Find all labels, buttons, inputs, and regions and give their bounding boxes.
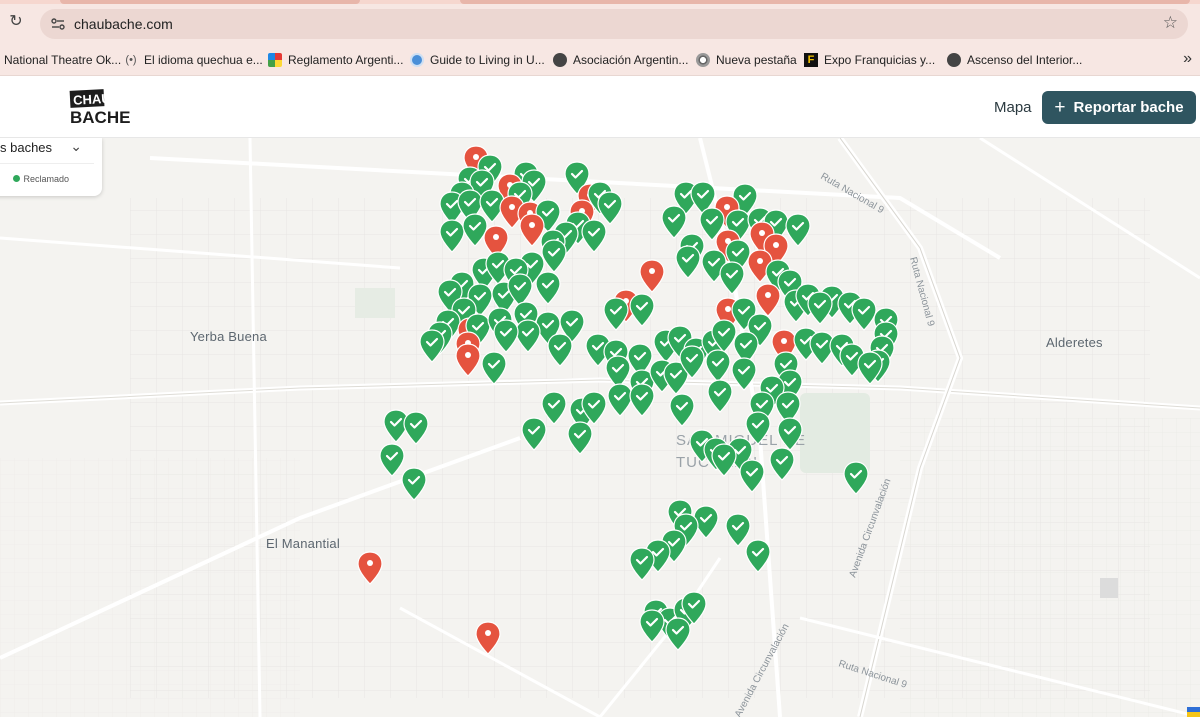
bookmark-item[interactable]: F Expo Franquicias y... bbox=[804, 51, 935, 69]
chrome-icon bbox=[696, 53, 710, 67]
claimed-pothole-marker[interactable] bbox=[745, 539, 771, 573]
place-label: El Manantial bbox=[266, 536, 340, 551]
reported-pothole-marker[interactable] bbox=[475, 621, 501, 655]
bookmark-item[interactable]: Ascenso del Interior... bbox=[947, 51, 1082, 69]
claimed-pothole-marker[interactable] bbox=[711, 443, 737, 477]
app-header: CHAU BACHE Mapa + Reportar bache bbox=[0, 77, 1200, 138]
bookmark-label: Nueva pestaña bbox=[716, 53, 797, 67]
claimed-pothole-marker[interactable] bbox=[581, 219, 607, 253]
claimed-pothole-marker[interactable] bbox=[401, 467, 427, 501]
filter-title: s baches bbox=[0, 140, 53, 155]
claimed-pothole-marker[interactable] bbox=[521, 417, 547, 451]
bookmarks-bar: National Theatre Ok... (•) El idioma quec… bbox=[0, 42, 1200, 76]
bookmark-item[interactable]: Reglamento Argenti... bbox=[268, 51, 403, 69]
claimed-pothole-marker[interactable] bbox=[843, 461, 869, 495]
claimed-pothole-marker[interactable] bbox=[419, 329, 445, 363]
bookmark-label: National Theatre Ok... bbox=[4, 53, 122, 67]
claimed-pothole-marker[interactable] bbox=[629, 547, 655, 581]
reported-pothole-marker[interactable] bbox=[357, 551, 383, 585]
place-label: Yerba Buena bbox=[190, 329, 267, 344]
claimed-pothole-marker[interactable] bbox=[731, 357, 757, 391]
site-info-icon[interactable] bbox=[50, 16, 66, 32]
reported-pothole-marker[interactable] bbox=[755, 283, 781, 317]
map[interactable]: Ruta Nacional 9 Ruta Nacional 9 Ruta Nac… bbox=[0, 138, 1200, 717]
ukraine-flag-icon bbox=[1187, 707, 1200, 717]
url-text: chaubache.com bbox=[74, 16, 173, 32]
claimed-pothole-marker[interactable] bbox=[541, 239, 567, 273]
bookmark-label: El idioma quechua e... bbox=[144, 53, 263, 67]
globe-icon bbox=[553, 53, 567, 67]
globe-blue-icon bbox=[410, 53, 424, 67]
claimed-pothole-marker[interactable] bbox=[705, 349, 731, 383]
claimed-pothole-marker[interactable] bbox=[665, 617, 691, 651]
claimed-pothole-marker[interactable] bbox=[403, 411, 429, 445]
bookmark-label: Asociación Argentin... bbox=[573, 53, 689, 67]
reported-pothole-marker[interactable] bbox=[639, 259, 665, 293]
app: ↻ chaubache.com ☆ National Theatre Ok...… bbox=[0, 0, 1200, 717]
logo-text-bottom: BACHE bbox=[70, 108, 130, 127]
bookmark-item[interactable]: Asociación Argentin... bbox=[553, 51, 688, 69]
bookmark-item[interactable]: Nueva pestaña bbox=[696, 51, 797, 69]
claimed-pothole-marker[interactable] bbox=[493, 319, 519, 353]
globe-icon bbox=[947, 53, 961, 67]
bookmark-item[interactable]: (•) El idioma quechua e... bbox=[124, 51, 263, 69]
claimed-pothole-marker[interactable] bbox=[639, 609, 665, 643]
report-button-label: Reportar bache bbox=[1073, 99, 1184, 116]
filter-divider bbox=[0, 163, 94, 164]
plus-icon: + bbox=[1054, 97, 1066, 118]
address-bar[interactable]: chaubache.com ☆ bbox=[40, 9, 1188, 39]
more-bookmarks-icon[interactable]: » bbox=[1183, 50, 1192, 68]
claimed-pothole-marker[interactable] bbox=[603, 297, 629, 331]
bookmark-item[interactable]: Guide to Living in U... bbox=[410, 51, 545, 69]
claimed-pothole-marker[interactable] bbox=[857, 351, 883, 385]
claimed-pothole-marker[interactable] bbox=[629, 383, 655, 417]
bookmark-label: Guide to Living in U... bbox=[430, 53, 545, 67]
filter-panel[interactable]: s baches ⌄ do Reclamado bbox=[0, 138, 102, 196]
nav-map-link[interactable]: Mapa bbox=[994, 99, 1032, 116]
claimed-pothole-marker[interactable] bbox=[739, 459, 765, 493]
reported-pothole-marker[interactable] bbox=[455, 343, 481, 377]
claimed-pothole-marker[interactable] bbox=[535, 271, 561, 305]
claimed-pothole-marker[interactable] bbox=[481, 351, 507, 385]
claimed-pothole-marker[interactable] bbox=[777, 417, 803, 451]
bookmark-item[interactable]: National Theatre Ok... bbox=[4, 51, 121, 69]
claimed-pothole-marker[interactable] bbox=[707, 379, 733, 413]
claimed-pothole-marker[interactable] bbox=[669, 393, 695, 427]
place-label: Alderetes bbox=[1046, 335, 1103, 350]
claimed-dot-icon bbox=[12, 175, 20, 182]
claimed-pothole-marker[interactable] bbox=[629, 293, 655, 327]
bookmark-star-icon[interactable]: ☆ bbox=[1163, 13, 1178, 33]
bookmark-label: Expo Franquicias y... bbox=[824, 53, 936, 67]
chaubache-logo[interactable]: CHAU BACHE bbox=[68, 87, 132, 129]
claimed-pothole-marker[interactable] bbox=[769, 447, 795, 481]
bookmark-label: Reglamento Argenti... bbox=[288, 53, 404, 67]
browser-toolbar: ↻ chaubache.com ☆ bbox=[0, 4, 1200, 42]
claimed-pothole-marker[interactable] bbox=[547, 333, 573, 367]
reload-icon[interactable]: ↻ bbox=[6, 12, 26, 32]
chevron-down-icon[interactable]: ⌄ bbox=[70, 138, 82, 155]
claimed-pothole-marker[interactable] bbox=[675, 245, 701, 279]
colorful-square-icon bbox=[268, 53, 282, 67]
f-logo-icon: F bbox=[804, 53, 818, 67]
claimed-pothole-marker[interactable] bbox=[807, 291, 833, 325]
claimed-pothole-marker[interactable] bbox=[679, 345, 705, 379]
legend-claimed-label: Reclamado bbox=[23, 174, 70, 184]
bookmark-label: Ascenso del Interior... bbox=[967, 53, 1083, 67]
filter-legend: do Reclamado bbox=[0, 174, 69, 184]
radio-waves-icon: (•) bbox=[125, 54, 137, 66]
report-pothole-button[interactable]: + Reportar bache bbox=[1042, 91, 1196, 124]
claimed-pothole-marker[interactable] bbox=[581, 391, 607, 425]
claimed-pothole-marker[interactable] bbox=[567, 421, 593, 455]
logo-text-top: CHAU bbox=[73, 91, 111, 108]
claimed-pothole-marker[interactable] bbox=[719, 261, 745, 295]
